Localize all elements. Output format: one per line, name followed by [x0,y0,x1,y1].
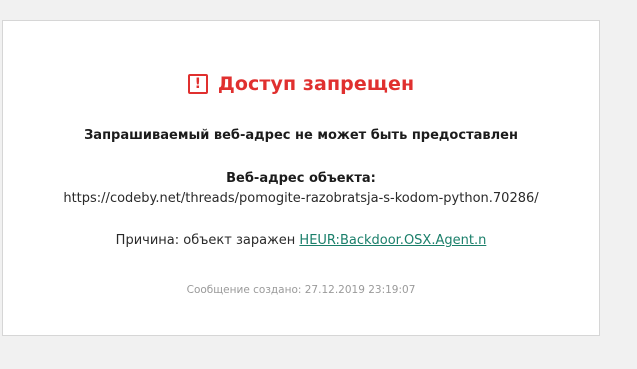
block-page-card: ! Доступ запрещен Запрашиваемый веб-адре… [2,20,600,336]
address-label: Веб-адрес объекта: [226,171,376,186]
created-timestamp: Сообщение создано: 27.12.2019 23:19:07 [186,284,416,296]
page-title: Доступ запрещен [217,73,415,95]
page-header: ! Доступ запрещен [3,71,599,97]
warning-icon: ! [187,74,208,94]
address-value: https://codeby.net/threads/pomogite-razo… [63,191,539,206]
threat-link[interactable]: HEUR:Backdoor.OSX.Agent.n [299,233,486,248]
reason-line: Причина: объект заражен HEUR:Backdoor.OS… [3,233,599,248]
block-headline: Запрашиваемый веб-адрес не может быть пр… [84,128,518,143]
reason-label: Причина: объект заражен [115,233,296,248]
